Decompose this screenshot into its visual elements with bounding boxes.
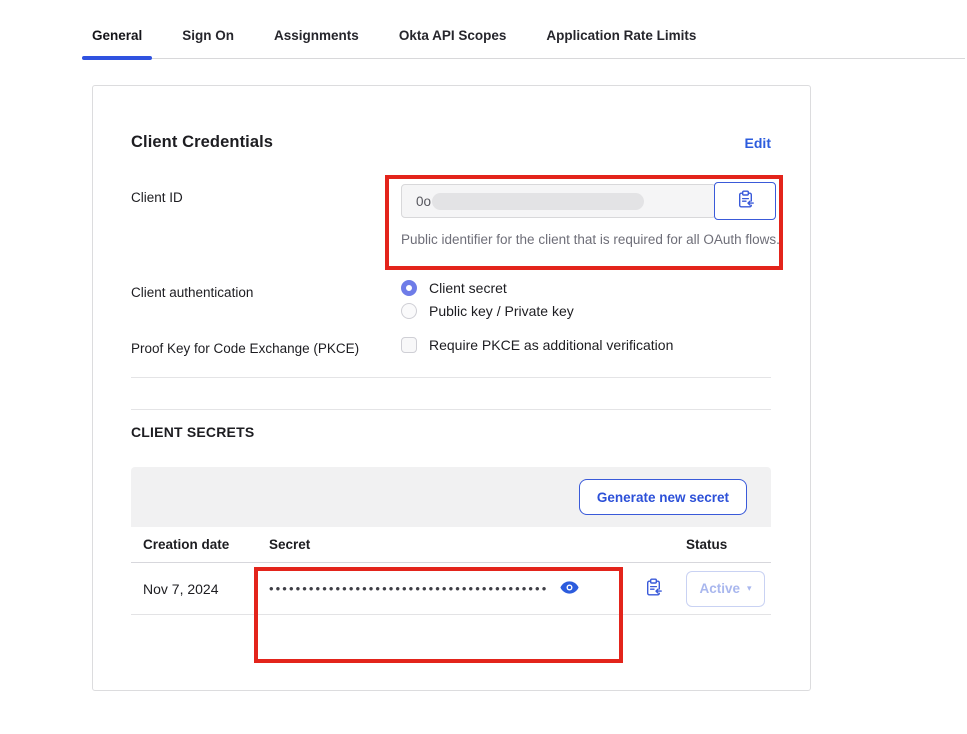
client-id-input-group: 0o (401, 182, 776, 220)
tab-general[interactable]: General (82, 24, 152, 58)
reveal-secret-button[interactable] (560, 581, 579, 597)
secrets-toolbar: Generate new secret (131, 467, 771, 527)
radio-unselected-icon[interactable] (401, 303, 417, 319)
radio-option-public-private-key[interactable]: Public key / Private key (401, 303, 771, 319)
edit-link[interactable]: Edit (745, 135, 771, 151)
client-id-redaction-blur (432, 193, 644, 210)
tab-application-rate-limits[interactable]: Application Rate Limits (536, 24, 706, 58)
secret-cell: ••••••••••••••••••••••••••••••••••••••••… (269, 581, 619, 597)
client-id-visible-prefix: 0o (416, 194, 431, 209)
status-label: Active (699, 581, 740, 596)
column-header-status: Status (686, 537, 771, 552)
radio-option-client-secret[interactable]: Client secret (401, 280, 771, 296)
masked-secret-value: ••••••••••••••••••••••••••••••••••••••••… (269, 581, 548, 596)
tab-sign-on[interactable]: Sign On (172, 24, 244, 58)
column-header-secret: Secret (269, 537, 619, 552)
radio-label: Client secret (429, 280, 507, 296)
pkce-label: Proof Key for Code Exchange (PKCE) (131, 337, 401, 356)
column-header-creation-date: Creation date (131, 537, 269, 552)
checkbox-unchecked-icon[interactable] (401, 337, 417, 353)
generate-new-secret-button[interactable]: Generate new secret (579, 479, 747, 515)
client-secrets-heading: CLIENT SECRETS (131, 424, 771, 440)
tab-assignments[interactable]: Assignments (264, 24, 369, 58)
pkce-checkbox-option[interactable]: Require PKCE as additional verification (401, 337, 771, 353)
status-cell: Active ▾ (686, 571, 771, 607)
client-authentication-row: Client authentication Client secret Publ… (131, 277, 771, 319)
creation-date-cell: Nov 7, 2024 (131, 581, 269, 597)
pkce-checkbox-label: Require PKCE as additional verification (429, 337, 673, 353)
client-id-label: Client ID (131, 182, 401, 251)
pkce-row: Proof Key for Code Exchange (PKCE) Requi… (131, 337, 771, 356)
copy-client-id-button[interactable] (714, 182, 776, 220)
client-secrets-table: Generate new secret Creation date Secret… (131, 467, 771, 615)
client-credentials-card: Client Credentials Edit Client ID 0o (92, 85, 811, 691)
client-id-description: Public identifier for the client that is… (401, 228, 783, 251)
client-id-field[interactable]: 0o (401, 184, 716, 218)
section-title: Client Credentials (131, 133, 273, 152)
eye-icon (560, 581, 579, 597)
table-header-row: Creation date Secret Status (131, 527, 771, 563)
tab-okta-api-scopes[interactable]: Okta API Scopes (389, 24, 517, 58)
clipboard-copy-icon (645, 578, 662, 600)
radio-label: Public key / Private key (429, 303, 574, 319)
app-tab-bar: General Sign On Assignments Okta API Sco… (82, 24, 965, 59)
client-id-row: Client ID 0o (131, 182, 771, 251)
section-divider (131, 377, 771, 378)
clipboard-copy-icon (737, 190, 754, 212)
chevron-down-icon: ▾ (747, 584, 752, 593)
status-dropdown-button[interactable]: Active ▾ (686, 571, 765, 607)
section-divider (131, 409, 771, 410)
radio-selected-icon[interactable] (401, 280, 417, 296)
client-authentication-label: Client authentication (131, 277, 401, 319)
copy-secret-button[interactable] (631, 578, 662, 600)
table-row: Nov 7, 2024 ••••••••••••••••••••••••••••… (131, 563, 771, 615)
secret-actions-cell (619, 578, 686, 600)
